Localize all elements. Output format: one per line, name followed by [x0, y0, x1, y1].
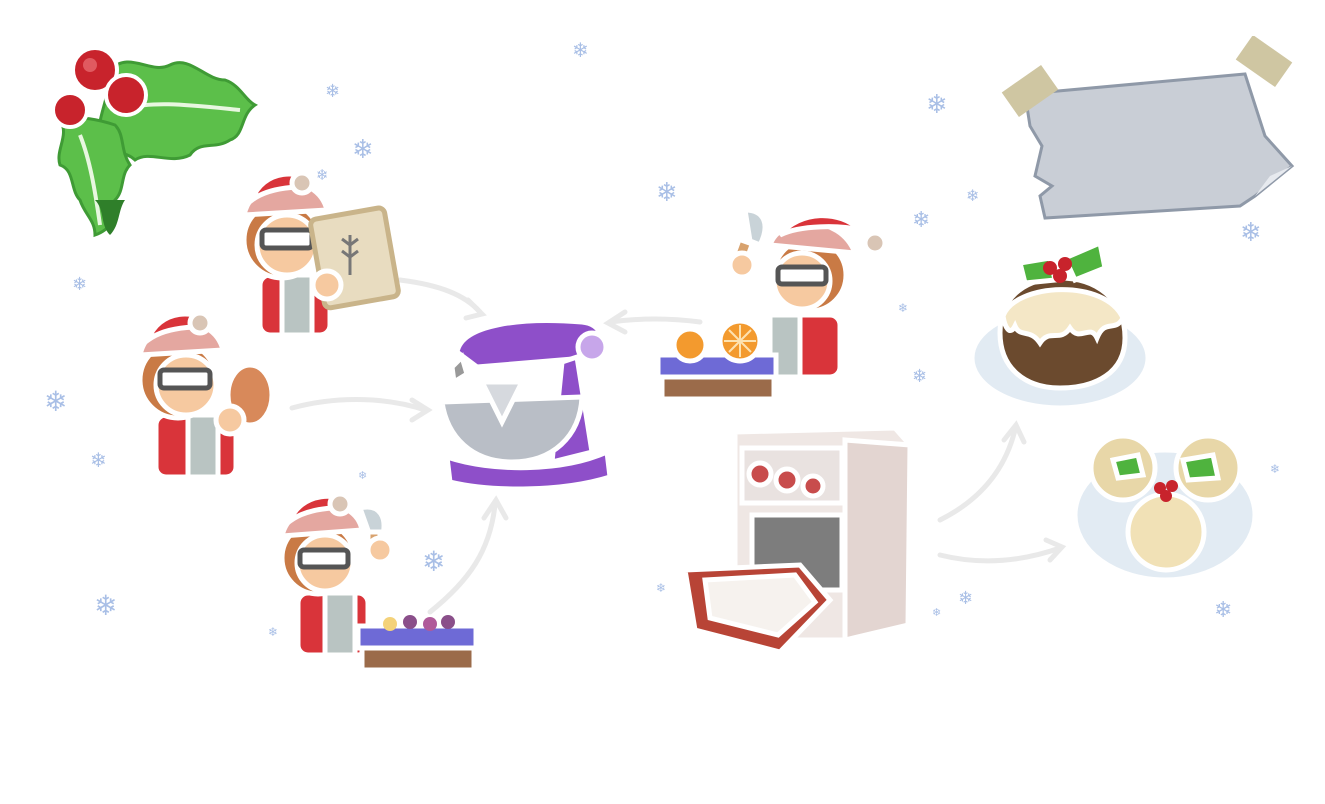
recipe-scene: ❄ ❄ ❄ ❄ ❄ ❄ ❄ ❄ ❄ ❄ ❄ ❄ ❄ ❄ ❄ ❄ ❄ ❄ ❄ ❄ …: [0, 0, 1325, 804]
stand-mixer-icon: [439, 318, 613, 492]
baker-egg-icon: [136, 310, 275, 480]
baker-knife-orange-icon: [655, 207, 888, 402]
oven-icon: [682, 425, 913, 655]
mince-pies-icon: [1072, 433, 1258, 583]
christmas-pudding-icon: [969, 239, 1151, 411]
baker-knife-fruit-icon: [278, 491, 479, 673]
